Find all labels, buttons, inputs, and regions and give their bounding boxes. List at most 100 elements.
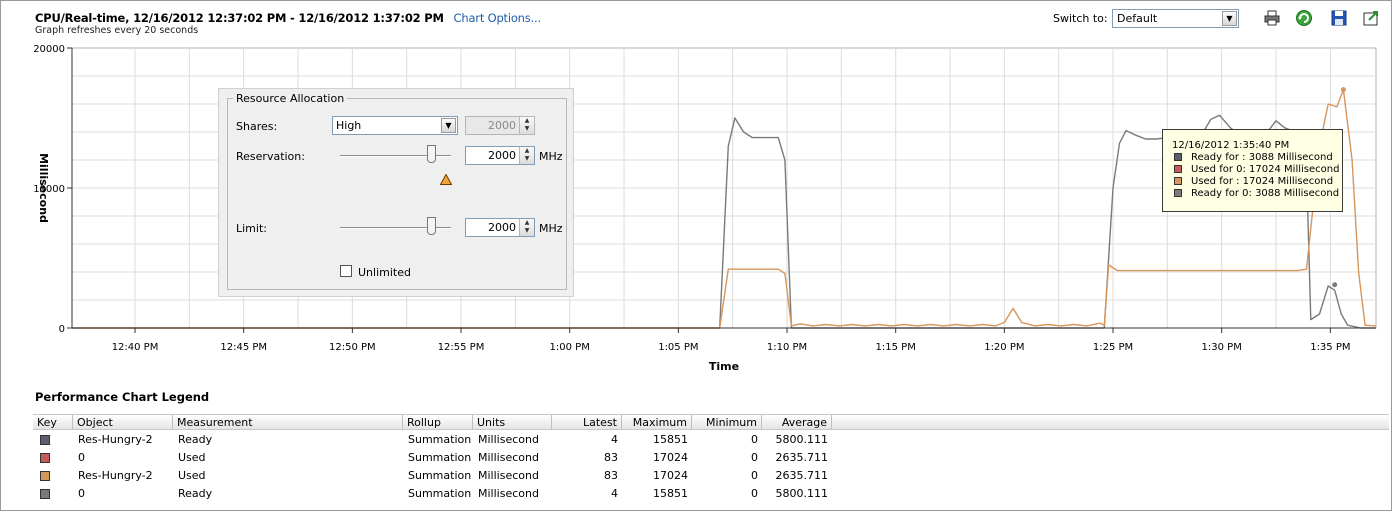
legend-cell-object: 0 bbox=[78, 487, 85, 500]
limit-label: Limit: bbox=[236, 222, 267, 235]
reservation-slider-handle[interactable] bbox=[427, 145, 436, 163]
x-axis-label: Time bbox=[709, 360, 739, 373]
series-key-swatch bbox=[40, 489, 50, 499]
legend-cell-units: Millisecond bbox=[478, 433, 539, 446]
legend-cell-average: 2635.711 bbox=[775, 469, 829, 482]
x-tick-label: 1:20 PM bbox=[984, 342, 1024, 353]
legend-cell-rollup: Summation bbox=[408, 433, 472, 446]
limit-stepper[interactable]: 2000 ▲ ▼ bbox=[465, 218, 535, 237]
series-key-swatch bbox=[40, 435, 50, 445]
series-swatch bbox=[1174, 165, 1182, 173]
column-header-units[interactable]: Units bbox=[473, 415, 552, 430]
series-key-swatch bbox=[40, 453, 50, 463]
unlimited-label: Unlimited bbox=[358, 266, 411, 279]
column-header-key[interactable]: Key bbox=[33, 415, 73, 430]
legend-cell-average: 5800.111 bbox=[775, 433, 829, 446]
x-tick-label: 1:25 PM bbox=[1093, 342, 1133, 353]
x-tick-label: 1:35 PM bbox=[1310, 342, 1350, 353]
tooltip-row-text: Used for : 17024 Millisecond bbox=[1191, 176, 1334, 187]
spin-arrows-icon[interactable]: ▲ ▼ bbox=[519, 219, 534, 236]
legend-cell-object: 0 bbox=[78, 451, 85, 464]
legend-cell-maximum: 17024 bbox=[653, 469, 688, 482]
shares-number-stepper: 2000 ▲ ▼ bbox=[465, 116, 535, 135]
column-header-object[interactable]: Object bbox=[73, 415, 173, 430]
column-header-rollup[interactable]: Rollup bbox=[403, 415, 473, 430]
legend-body: Res-Hungry-2 Ready Summation Millisecond 4 15… bbox=[33, 430, 1389, 502]
legend-cell-maximum: 15851 bbox=[653, 487, 688, 500]
column-header-average[interactable]: Average bbox=[762, 415, 832, 430]
legend-table: Key Object Measurement Rollup Units Latest Max… bbox=[33, 414, 1389, 502]
x-tick-label: 1:05 PM bbox=[658, 342, 698, 353]
limit-unit: MHz bbox=[539, 222, 563, 235]
reservation-stepper[interactable]: 2000 ▲ ▼ bbox=[465, 146, 535, 165]
limit-slider-handle[interactable] bbox=[427, 217, 436, 235]
tooltip-row: Used for : 17024 Millisecond bbox=[1172, 176, 1342, 188]
hover-marker bbox=[1332, 282, 1338, 288]
legend-cell-measurement: Ready bbox=[178, 487, 213, 500]
tooltip-row: Ready for : 3088 Millisecond bbox=[1172, 152, 1342, 164]
shares-number: 2000 bbox=[488, 119, 516, 132]
legend-cell-minimum: 0 bbox=[751, 469, 758, 482]
column-header-measurement[interactable]: Measurement bbox=[173, 415, 403, 430]
spin-arrows-icon: ▲ ▼ bbox=[519, 117, 534, 134]
legend-header: Key Object Measurement Rollup Units Latest Max… bbox=[33, 414, 1389, 430]
legend-row[interactable]: Res-Hungry-2 Ready Summation Millisecond 4 15… bbox=[33, 430, 1389, 448]
warning-icon bbox=[440, 174, 452, 185]
legend-title: Performance Chart Legend bbox=[35, 390, 210, 404]
legend-cell-latest: 4 bbox=[611, 487, 618, 500]
legend-cell-minimum: 0 bbox=[751, 451, 758, 464]
legend-row[interactable]: Res-Hungry-2 Used Summation Millisecond 83 17… bbox=[33, 466, 1389, 484]
legend-cell-latest: 83 bbox=[604, 451, 618, 464]
resource-allocation-title: Resource Allocation bbox=[236, 92, 345, 105]
legend-cell-rollup: Summation bbox=[408, 451, 472, 464]
legend-cell-units: Millisecond bbox=[478, 451, 539, 464]
y-tick-label: 20000 bbox=[33, 44, 65, 55]
unlimited-checkbox[interactable] bbox=[340, 265, 352, 277]
x-tick-label: 1:10 PM bbox=[767, 342, 807, 353]
chevron-down-icon[interactable]: ▼ bbox=[441, 118, 456, 133]
tooltip-row: Ready for 0: 3088 Millisecond bbox=[1172, 188, 1342, 200]
legend-cell-object: Res-Hungry-2 bbox=[78, 469, 153, 482]
x-tick-label: 1:15 PM bbox=[876, 342, 916, 353]
x-tick-label: 12:50 PM bbox=[329, 342, 376, 353]
reservation-label: Reservation: bbox=[236, 150, 305, 163]
shares-select[interactable]: High ▼ bbox=[332, 116, 458, 135]
y-tick-label: 0 bbox=[59, 324, 65, 335]
series-swatch bbox=[1174, 153, 1182, 161]
legend-cell-minimum: 0 bbox=[751, 487, 758, 500]
tooltip-row-text: Ready for : 3088 Millisecond bbox=[1191, 152, 1333, 163]
limit-value: 2000 bbox=[488, 221, 516, 234]
x-tick-label: 12:55 PM bbox=[438, 342, 485, 353]
tooltip-time: 12/16/2012 1:35:40 PM bbox=[1172, 140, 1290, 151]
legend-cell-object: Res-Hungry-2 bbox=[78, 433, 153, 446]
legend-row[interactable]: 0 Ready Summation Millisecond 4 15851 0 5800.11… bbox=[33, 484, 1389, 502]
reservation-value: 2000 bbox=[488, 149, 516, 162]
column-header-maximum[interactable]: Maximum bbox=[622, 415, 692, 430]
legend-cell-rollup: Summation bbox=[408, 487, 472, 500]
legend-cell-measurement: Used bbox=[178, 469, 206, 482]
series-swatch bbox=[1174, 177, 1182, 185]
tooltip-row-text: Ready for 0: 3088 Millisecond bbox=[1191, 188, 1340, 199]
legend-cell-average: 2635.711 bbox=[775, 451, 829, 464]
legend-cell-latest: 83 bbox=[604, 469, 618, 482]
shares-value: High bbox=[336, 119, 362, 132]
tooltip-row: Used for 0: 17024 Millisecond bbox=[1172, 164, 1342, 176]
tooltip-rows: Ready for : 3088 Millisecond Used for 0: … bbox=[1172, 152, 1342, 200]
legend-cell-rollup: Summation bbox=[408, 469, 472, 482]
x-tick-label: 12:45 PM bbox=[220, 342, 267, 353]
legend-cell-measurement: Used bbox=[178, 451, 206, 464]
shares-label: Shares: bbox=[236, 120, 278, 133]
column-header-minimum[interactable]: Minimum bbox=[692, 415, 762, 430]
legend-row[interactable]: 0 Used Summation Millisecond 83 17024 0 2635.71… bbox=[33, 448, 1389, 466]
hover-marker bbox=[1340, 87, 1346, 93]
y-axis-label: Millisecond bbox=[37, 153, 50, 223]
data-tooltip: 12/16/2012 1:35:40 PM Ready for : 3088 M… bbox=[1162, 129, 1343, 212]
x-tick-label: 1:00 PM bbox=[550, 342, 590, 353]
x-tick-label: 1:30 PM bbox=[1202, 342, 1242, 353]
resource-allocation-panel: Resource Allocation Shares: High ▼ 2000 … bbox=[218, 88, 574, 297]
spin-arrows-icon[interactable]: ▲ ▼ bbox=[519, 147, 534, 164]
legend-cell-average: 5800.111 bbox=[775, 487, 829, 500]
reservation-unit: MHz bbox=[539, 150, 563, 163]
series-swatch bbox=[1174, 189, 1182, 197]
column-header-latest[interactable]: Latest bbox=[552, 415, 622, 430]
